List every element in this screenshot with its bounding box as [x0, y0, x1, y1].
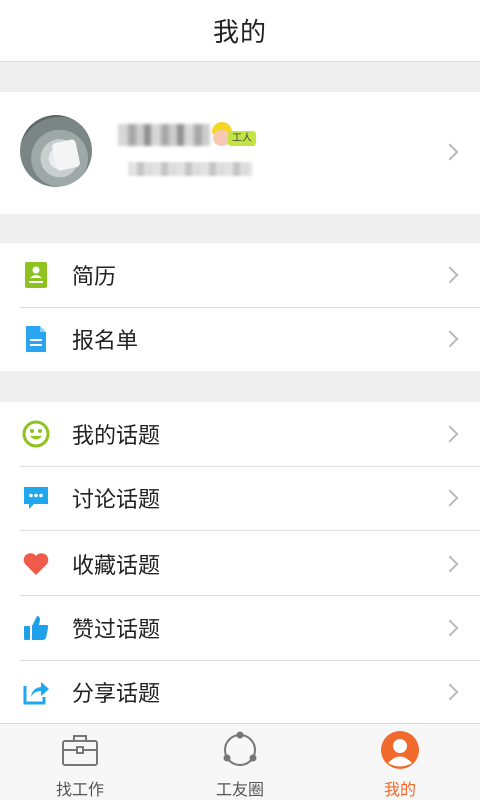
avatar[interactable] [20, 115, 92, 187]
heart-icon [23, 553, 49, 575]
menu-item-label: 赞过话题 [72, 618, 161, 643]
menu-item-label: 报名单 [72, 329, 139, 354]
chevron-right-icon [441, 489, 459, 507]
menu-item-resume[interactable]: 简历 [0, 243, 480, 307]
menu-group-resume: 简历 报名单 [0, 243, 480, 371]
chevron-right-icon [441, 143, 459, 161]
tab-worker-circle[interactable]: 工友圈 [160, 724, 320, 800]
tab-label: 工友圈 [215, 780, 264, 799]
smile-icon [22, 420, 50, 448]
chevron-right-icon [441, 683, 459, 701]
menu-item-my-topics[interactable]: 我的话题 [0, 402, 480, 466]
divider [20, 530, 480, 531]
page-title: 我的 [212, 18, 267, 48]
chevron-right-icon [441, 619, 459, 637]
tab-mine[interactable]: 我的 [320, 724, 480, 800]
worker-tag: 工人 [228, 131, 256, 146]
menu-item-favorite-topics[interactable]: 收藏话题 [0, 532, 480, 596]
bottom-tab-bar: 找工作 工友圈 我的 [0, 723, 480, 800]
menu-item-liked-topics[interactable]: 赞过话题 [0, 596, 480, 660]
circle-network-icon [223, 731, 257, 766]
chevron-right-icon [441, 330, 459, 348]
chevron-right-icon [441, 425, 459, 443]
menu-item-label: 我的话题 [72, 424, 161, 449]
chat-bubble-icon [24, 487, 48, 509]
menu-item-discussed-topics[interactable]: 讨论话题 [0, 466, 480, 530]
thumbs-up-icon [24, 616, 49, 640]
profile-card[interactable]: 工人 [0, 92, 480, 214]
menu-item-label: 分享话题 [72, 682, 161, 707]
user-icon [381, 731, 419, 769]
document-icon [26, 326, 46, 352]
share-icon [23, 682, 49, 705]
tab-label: 找工作 [55, 780, 104, 799]
menu-item-label: 收藏话题 [72, 554, 161, 579]
menu-group-topics: 我的话题 讨论话题 收藏话题 赞过话题 分享话题 [0, 402, 480, 723]
chevron-right-icon [441, 555, 459, 573]
chevron-right-icon [441, 266, 459, 284]
top-header: 我的 [0, 0, 480, 62]
menu-item-signup-list[interactable]: 报名单 [0, 307, 480, 371]
menu-item-shared-topics[interactable]: 分享话题 [0, 660, 480, 724]
tab-find-job[interactable]: 找工作 [0, 724, 160, 800]
resume-icon [25, 262, 47, 288]
menu-item-label: 简历 [72, 265, 117, 290]
tab-label: 我的 [383, 780, 416, 799]
user-info-blurred [128, 162, 252, 176]
briefcase-icon [62, 735, 98, 766]
worker-badge: 工人 [208, 122, 256, 148]
menu-item-label: 讨论话题 [72, 488, 161, 513]
user-name-blurred [118, 124, 210, 146]
